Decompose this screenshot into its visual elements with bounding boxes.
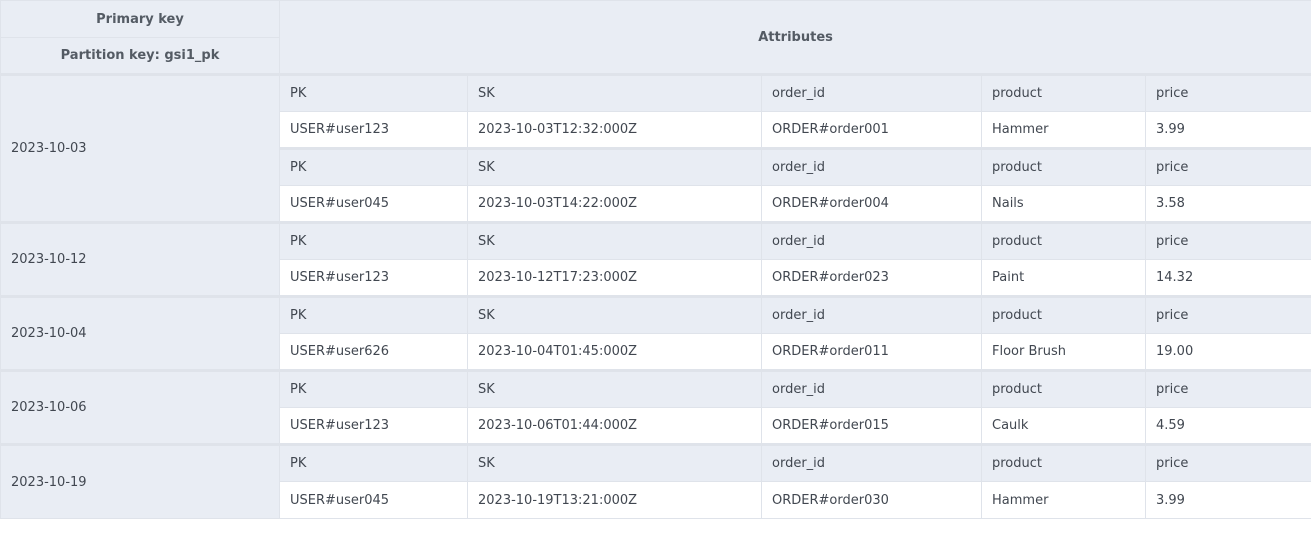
attribute-name-cell: SK <box>467 221 762 260</box>
attribute-names-row: 2023-10-19 PK SK order_id product price <box>0 443 1311 519</box>
attribute-value-cell[interactable]: Caulk <box>981 407 1146 445</box>
attribute-value-cell[interactable]: ORDER#order011 <box>761 333 982 371</box>
attribute-names-row: 2023-10-04 PK SK order_id product price <box>0 295 1311 371</box>
primary-key-header: Primary key <box>0 0 280 38</box>
partition-key-value[interactable]: 2023-10-12 <box>0 221 280 297</box>
attribute-value-cell[interactable]: 2023-10-03T14:22:000Z <box>467 185 762 223</box>
attribute-value-cell[interactable]: USER#user123 <box>279 111 468 149</box>
attribute-value-cell[interactable]: Hammer <box>981 111 1146 149</box>
attribute-name-cell: product <box>981 221 1146 260</box>
attribute-name-cell: PK <box>279 147 468 186</box>
attribute-names-row: 2023-10-12 PK SK order_id product price <box>0 221 1311 297</box>
attribute-name-cell: product <box>981 443 1146 482</box>
attribute-value-cell[interactable]: ORDER#order023 <box>761 259 982 297</box>
attribute-name-cell: SK <box>467 369 762 408</box>
attribute-name-cell: PK <box>279 221 468 260</box>
gsi-table-view: Primary key Attributes Partition key: gs… <box>0 0 1311 546</box>
attribute-value-cell[interactable]: 4.59 <box>1144 407 1311 445</box>
attribute-value-cell[interactable]: Nails <box>981 185 1146 223</box>
attribute-names-row: 2023-10-06 PK SK order_id product price <box>0 369 1311 445</box>
attribute-value-cell[interactable]: Hammer <box>981 481 1146 519</box>
attribute-name-cell: SK <box>467 147 762 186</box>
attribute-value-cell[interactable]: ORDER#order030 <box>761 481 982 519</box>
attribute-value-cell[interactable]: USER#user123 <box>279 259 468 297</box>
attribute-names-row: 2023-10-03 PK SK order_id product price <box>0 74 1311 223</box>
attribute-value-cell[interactable]: Paint <box>981 259 1146 297</box>
attribute-name-cell: price <box>1144 295 1311 334</box>
attribute-name-cell: order_id <box>761 221 982 260</box>
partition-key-value[interactable]: 2023-10-04 <box>0 295 280 371</box>
attribute-name-cell: price <box>1144 147 1311 186</box>
attribute-name-cell: order_id <box>761 147 982 186</box>
attribute-name-cell: PK <box>279 295 468 334</box>
attribute-value-cell[interactable]: 3.99 <box>1144 111 1311 149</box>
attribute-name-cell: PK <box>279 74 468 112</box>
attribute-name-cell: PK <box>279 369 468 408</box>
partition-key-value[interactable]: 2023-10-06 <box>0 369 280 445</box>
attribute-name-cell: price <box>1144 221 1311 260</box>
attribute-name-cell: order_id <box>761 443 982 482</box>
attribute-name-cell: PK <box>279 443 468 482</box>
attribute-value-cell[interactable]: USER#user045 <box>279 481 468 519</box>
attribute-name-cell: price <box>1144 369 1311 408</box>
items-table: Primary key Attributes Partition key: gs… <box>0 0 1311 519</box>
attribute-name-cell: product <box>981 147 1146 186</box>
attribute-value-cell[interactable]: 2023-10-03T12:32:000Z <box>467 111 762 149</box>
attribute-value-cell[interactable]: Floor Brush <box>981 333 1146 371</box>
attribute-name-cell: product <box>981 74 1146 112</box>
attribute-name-cell: SK <box>467 443 762 482</box>
attribute-value-cell[interactable]: ORDER#order004 <box>761 185 982 223</box>
attribute-value-cell[interactable]: 19.00 <box>1144 333 1311 371</box>
attribute-value-cell[interactable]: ORDER#order015 <box>761 407 982 445</box>
attribute-value-cell[interactable]: USER#user626 <box>279 333 468 371</box>
attributes-header: Attributes <box>278 0 1311 76</box>
attribute-name-cell: order_id <box>761 74 982 112</box>
attribute-name-cell: order_id <box>761 369 982 408</box>
attribute-name-cell: product <box>981 369 1146 408</box>
partition-key-value[interactable]: 2023-10-19 <box>0 443 280 519</box>
attribute-value-cell[interactable]: 3.99 <box>1144 481 1311 519</box>
attribute-value-cell[interactable]: 2023-10-04T01:45:000Z <box>467 333 762 371</box>
attribute-value-cell[interactable]: 2023-10-19T13:21:000Z <box>467 481 762 519</box>
attribute-value-cell[interactable]: 14.32 <box>1144 259 1311 297</box>
partition-key-header: Partition key: gsi1_pk <box>0 37 280 76</box>
attribute-name-cell: product <box>981 295 1146 334</box>
attribute-name-cell: price <box>1144 443 1311 482</box>
attribute-value-cell[interactable]: 3.58 <box>1144 185 1311 223</box>
attribute-name-cell: price <box>1144 74 1311 112</box>
attribute-value-cell[interactable]: USER#user123 <box>279 407 468 445</box>
attribute-value-cell[interactable]: USER#user045 <box>279 185 468 223</box>
attribute-name-cell: SK <box>467 74 762 112</box>
partition-key-value[interactable]: 2023-10-03 <box>0 74 280 223</box>
attribute-name-cell: order_id <box>761 295 982 334</box>
attribute-value-cell[interactable]: ORDER#order001 <box>761 111 982 149</box>
attribute-value-cell[interactable]: 2023-10-06T01:44:000Z <box>467 407 762 445</box>
attribute-name-cell: SK <box>467 295 762 334</box>
attribute-value-cell[interactable]: 2023-10-12T17:23:000Z <box>467 259 762 297</box>
